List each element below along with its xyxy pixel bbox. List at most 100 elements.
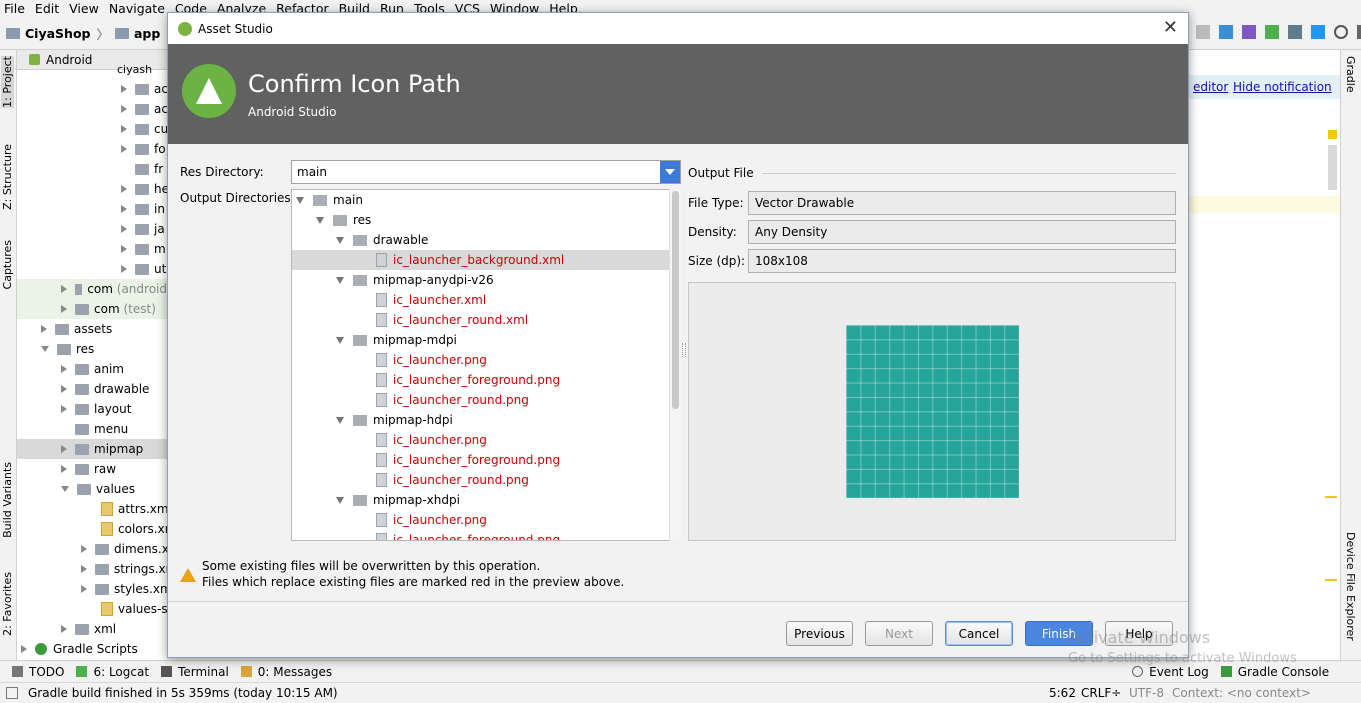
- tree-item[interactable]: xml: [61, 619, 116, 639]
- cancel-button[interactable]: Cancel: [945, 621, 1013, 646]
- chevron-down-icon[interactable]: [660, 161, 680, 183]
- tree-item[interactable]: ac: [121, 99, 168, 119]
- tab-captures[interactable]: Captures: [1, 240, 14, 289]
- expand-arrow-icon[interactable]: [121, 245, 127, 253]
- search-icon[interactable]: [1334, 25, 1348, 39]
- collapse-arrow-icon[interactable]: [296, 196, 304, 204]
- tab-event-log[interactable]: Event Log: [1132, 665, 1209, 679]
- expand-arrow-icon[interactable]: [121, 125, 127, 133]
- tree-item[interactable]: in: [121, 199, 165, 219]
- tree-item[interactable]: cu: [121, 119, 168, 139]
- tree-item[interactable]: layout: [61, 399, 131, 419]
- tab-gradle[interactable]: Gradle: [1344, 56, 1357, 93]
- tree-item[interactable]: m: [121, 239, 166, 259]
- expand-arrow-icon[interactable]: [61, 365, 67, 373]
- tree-node[interactable]: mipmap-mdpi: [336, 330, 457, 350]
- sync-icon[interactable]: [1219, 25, 1233, 39]
- expand-arrow-icon[interactable]: [61, 305, 67, 313]
- expand-arrow-icon[interactable]: [21, 645, 27, 653]
- tree-item[interactable]: com (android: [17, 279, 167, 299]
- warning-marker-icon[interactable]: [1328, 130, 1337, 139]
- tree-node[interactable]: ic_launcher.png: [376, 350, 487, 370]
- collapse-arrow-icon[interactable]: [41, 346, 49, 352]
- output-directories-tree[interactable]: main res drawable ic_launcher_background…: [291, 189, 681, 541]
- tree-node[interactable]: ic_launcher_round.png: [376, 470, 529, 490]
- expand-arrow-icon[interactable]: [61, 465, 67, 473]
- tree-item[interactable]: raw: [61, 459, 116, 479]
- tree-item[interactable]: values: [61, 479, 135, 499]
- tree-node[interactable]: ic_launcher_round.png: [376, 390, 529, 410]
- tree-node[interactable]: drawable: [336, 230, 428, 250]
- collapse-arrow-icon[interactable]: [61, 486, 69, 492]
- expand-arrow-icon[interactable]: [61, 285, 67, 293]
- caret-position[interactable]: 5:62: [1049, 686, 1076, 700]
- tree-item[interactable]: assets: [41, 319, 112, 339]
- tab-todo[interactable]: TODO: [12, 665, 64, 679]
- line-separator[interactable]: CRLF÷: [1081, 686, 1121, 700]
- tree-node[interactable]: ic_launcher_foreground.png: [376, 370, 560, 390]
- tree-item[interactable]: attrs.xml: [101, 499, 172, 519]
- tree-node[interactable]: ic_launcher_foreground.png: [376, 530, 560, 540]
- tree-item[interactable]: ciyash: [117, 60, 152, 80]
- breadcrumb-module[interactable]: app: [134, 26, 160, 41]
- tree-scrollbar[interactable]: [669, 189, 681, 541]
- tree-node[interactable]: mipmap-xhdpi: [336, 490, 460, 510]
- expand-arrow-icon[interactable]: [121, 85, 127, 93]
- expand-arrow-icon[interactable]: [41, 325, 47, 333]
- tab-build-variants[interactable]: Build Variants: [1, 462, 14, 538]
- expand-arrow-icon[interactable]: [121, 105, 127, 113]
- expand-arrow-icon[interactable]: [121, 185, 127, 193]
- expand-arrow-icon[interactable]: [121, 205, 127, 213]
- scrollbar-thumb[interactable]: [672, 191, 679, 409]
- tree-item[interactable]: ut: [121, 259, 166, 279]
- tree-node[interactable]: ic_launcher_round.xml: [376, 310, 528, 330]
- collapse-arrow-icon[interactable]: [336, 276, 344, 284]
- tree-item[interactable]: anim: [61, 359, 124, 379]
- tree-item[interactable]: dimens.x: [81, 539, 169, 559]
- expand-arrow-icon[interactable]: [61, 405, 67, 413]
- collapse-arrow-icon[interactable]: [336, 236, 344, 244]
- avd-manager-icon[interactable]: [1242, 25, 1256, 39]
- editor-scrollbar[interactable]: [1328, 145, 1337, 190]
- menu-view[interactable]: View: [65, 0, 105, 17]
- tab-messages[interactable]: 0: Messages: [240, 665, 332, 679]
- expand-arrow-icon[interactable]: [121, 145, 127, 153]
- tree-item[interactable]: Gradle Scripts: [21, 639, 138, 659]
- tree-item[interactable]: fo: [121, 139, 166, 159]
- breadcrumb-project[interactable]: CiyaShop: [25, 26, 90, 41]
- collapse-arrow-icon[interactable]: [336, 416, 344, 424]
- tab-structure[interactable]: Z: Structure: [1, 144, 14, 210]
- tree-item[interactable]: menu: [75, 419, 128, 439]
- expand-arrow-icon[interactable]: [61, 385, 67, 393]
- expand-arrow-icon[interactable]: [121, 225, 127, 233]
- collapse-arrow-icon[interactable]: [336, 496, 344, 504]
- expand-arrow-icon[interactable]: [61, 445, 67, 453]
- tree-item[interactable]: fr: [135, 159, 163, 179]
- tree-node[interactable]: main: [296, 190, 363, 210]
- tab-gradle-console[interactable]: Gradle Console: [1220, 665, 1329, 679]
- expand-arrow-icon[interactable]: [81, 585, 87, 593]
- tab-device-file-explorer[interactable]: Device File Explorer: [1344, 532, 1357, 641]
- tree-item[interactable]: ja: [121, 219, 165, 239]
- expand-arrow-icon[interactable]: [121, 265, 127, 273]
- expand-arrow-icon[interactable]: [61, 625, 67, 633]
- menu-navigate[interactable]: Navigate: [105, 0, 171, 17]
- tree-node[interactable]: ic_launcher.png: [376, 430, 487, 450]
- hide-notification-link[interactable]: Hide notification: [1233, 80, 1332, 94]
- tree-item[interactable]: strings.xn: [81, 559, 173, 579]
- tree-node[interactable]: ic_launcher.png: [376, 510, 487, 530]
- menu-file[interactable]: File: [0, 0, 31, 17]
- tree-node[interactable]: ic_launcher_foreground.png: [376, 450, 560, 470]
- tree-item-selected[interactable]: mipmap: [17, 439, 167, 459]
- collapse-arrow-icon[interactable]: [336, 336, 344, 344]
- menu-edit[interactable]: Edit: [31, 0, 65, 17]
- tree-item[interactable]: com (test): [17, 299, 167, 319]
- open-editor-link[interactable]: editor: [1193, 80, 1228, 94]
- stop-icon[interactable]: [1196, 25, 1210, 39]
- tree-item[interactable]: he: [121, 179, 169, 199]
- tab-terminal[interactable]: Terminal: [161, 665, 229, 679]
- tree-item[interactable]: colors.xm: [101, 519, 176, 539]
- tab-project[interactable]: 1: Project: [1, 56, 14, 108]
- close-icon[interactable]: ✕: [1163, 18, 1178, 38]
- help-icon[interactable]: [1357, 25, 1361, 39]
